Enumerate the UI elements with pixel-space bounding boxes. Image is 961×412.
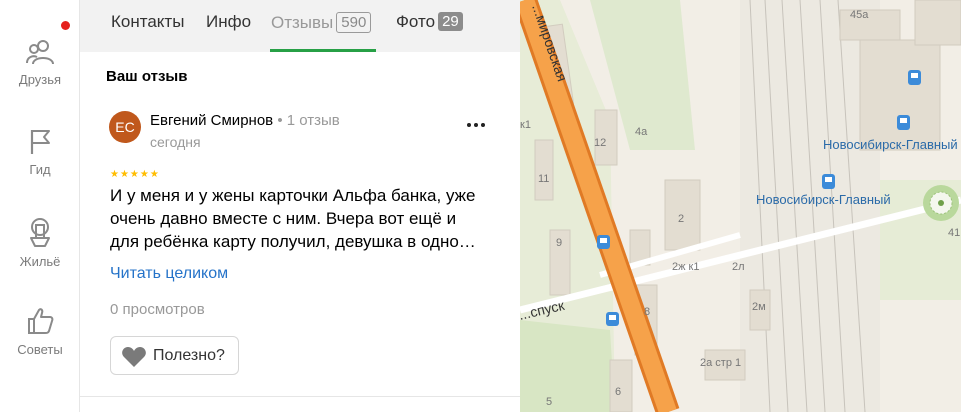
house-number: 5 xyxy=(546,396,552,408)
tab-photos[interactable]: Фото 29 xyxy=(396,12,463,32)
flag-icon xyxy=(30,130,50,154)
active-tab-indicator xyxy=(270,49,376,52)
author-review-count: • 1 отзыв xyxy=(277,112,340,129)
review-text-line: очень давно вместе с ним. Вчера вот ещё … xyxy=(110,209,457,228)
review-author: Евгений Смирнов • 1 отзыв xyxy=(150,112,340,129)
friends-icon xyxy=(26,40,54,65)
sidebar-item-label: Советы xyxy=(17,342,63,357)
sidebar-item-tips[interactable]: Советы xyxy=(0,306,80,357)
house-number: 2л xyxy=(732,261,745,273)
house-number: 11 xyxy=(538,173,549,185)
house-number: 2м xyxy=(752,301,766,313)
tab-label: Отзывы xyxy=(271,13,334,32)
review-date: сегодня xyxy=(150,134,201,150)
station-label: Новосибирск-Главный xyxy=(756,192,891,207)
house-number: 9 xyxy=(556,237,562,249)
poi-marker-icon[interactable] xyxy=(923,185,959,221)
house-number: 2а стр 1 xyxy=(700,357,741,369)
author-name[interactable]: Евгений Смирнов xyxy=(150,112,273,129)
review-text-line: И у меня и у жены карточки Альфа банка, … xyxy=(110,186,476,205)
review-text: И у меня и у жены карточки Альфа банка, … xyxy=(110,184,500,253)
train-station-icon[interactable] xyxy=(908,70,921,85)
housing-icon xyxy=(30,218,50,247)
read-more-link[interactable]: Читать целиком xyxy=(110,265,228,283)
tab-bar: Контакты Инфо Отзывы 590 Фото 29 xyxy=(80,0,520,52)
house-number: 6 xyxy=(615,386,621,398)
tab-label: Фото xyxy=(396,12,436,31)
sidebar-item-housing[interactable]: Жильё xyxy=(0,216,80,269)
more-options-button[interactable] xyxy=(460,113,492,137)
rating-stars: ★★★★★ xyxy=(110,169,160,180)
house-number: к1 xyxy=(520,119,531,131)
heart-icon xyxy=(122,347,146,367)
tab-label: Инфо xyxy=(206,12,252,31)
house-number: 8 xyxy=(644,306,650,318)
house-number: 12 xyxy=(594,137,606,149)
train-station-icon[interactable] xyxy=(897,115,910,130)
tab-contacts[interactable]: Контакты xyxy=(111,12,184,32)
section-title: Ваш отзыв xyxy=(106,68,188,85)
divider xyxy=(80,396,520,397)
sidebar-item-guide[interactable]: Гид xyxy=(0,128,80,177)
train-station-icon[interactable] xyxy=(822,174,835,189)
house-number: 41 xyxy=(948,227,960,239)
house-number: 4а xyxy=(635,126,648,138)
house-number: 45а xyxy=(850,9,869,21)
tab-label: Контакты xyxy=(111,12,185,31)
photos-count-badge: 29 xyxy=(438,12,463,31)
tab-info[interactable]: Инфо xyxy=(206,12,251,32)
views-count: 0 просмотров xyxy=(110,301,205,318)
ellipsis-icon xyxy=(467,123,485,127)
house-number: 2 xyxy=(678,213,684,225)
sidebar-item-label: Жильё xyxy=(19,254,61,269)
organization-panel: Контакты Инфо Отзывы 590 Фото 29 Ваш отзыв… xyxy=(80,0,520,412)
helpful-button[interactable]: Полезно? xyxy=(110,336,239,375)
bus-stop-icon[interactable] xyxy=(597,235,610,249)
review-text-line: для ребёнка карту получил, девушка в одн… xyxy=(110,232,476,251)
tab-reviews[interactable]: Отзывы 590 xyxy=(271,12,372,33)
notification-dot xyxy=(61,21,70,30)
helpful-label: Полезно? xyxy=(153,347,225,364)
map-canvas[interactable]: ...мировская ...спуск 45а 4а 12 к1 11 2 … xyxy=(520,0,961,412)
sidebar-item-friends[interactable]: Друзья xyxy=(0,38,80,87)
reviews-count-badge: 590 xyxy=(336,12,372,33)
bus-stop-icon[interactable] xyxy=(606,312,619,326)
map-view[interactable]: ...мировская ...спуск 45а 4а 12 к1 11 2 … xyxy=(520,0,961,412)
station-label: Новосибирск-Главный xyxy=(823,137,958,152)
thumbs-up-icon xyxy=(28,308,54,334)
house-number: 2ж к1 xyxy=(672,261,699,273)
sidebar-item-label: Гид xyxy=(29,162,51,177)
avatar[interactable]: ЕС xyxy=(109,111,141,143)
sidebar-item-label: Друзья xyxy=(18,72,62,87)
left-sidebar: Друзья Гид Жильё Советы xyxy=(0,0,80,412)
